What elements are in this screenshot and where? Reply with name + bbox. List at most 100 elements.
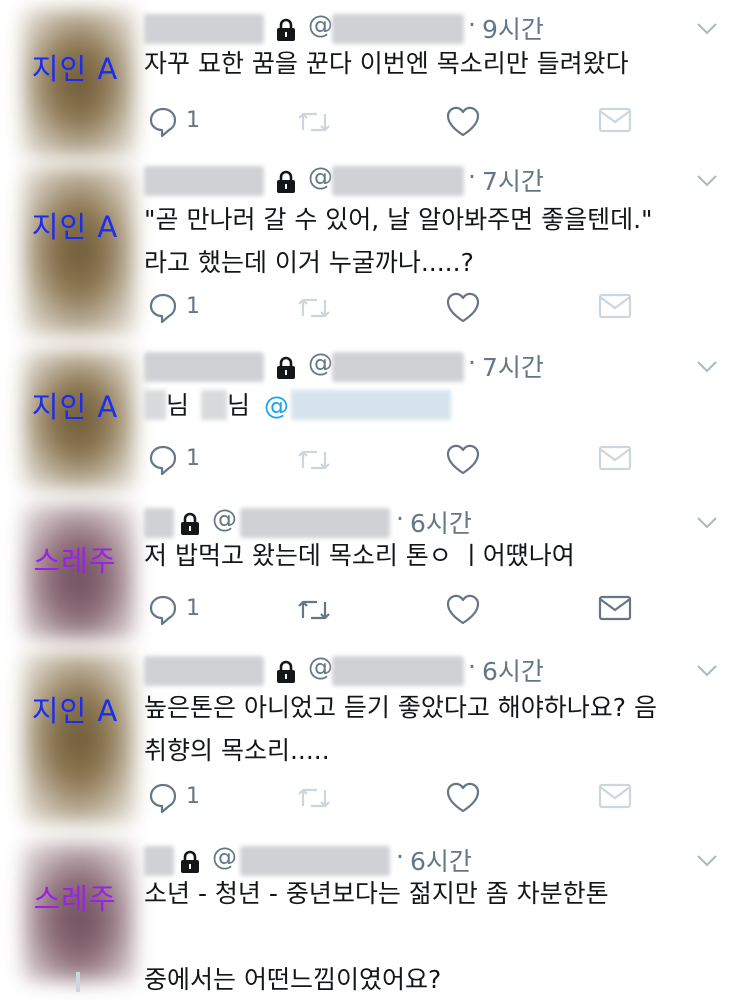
tweet-line: 취향의 목소리.....	[144, 736, 330, 765]
chevron-down-icon[interactable]	[696, 22, 718, 36]
display-name[interactable]	[144, 352, 264, 382]
handle[interactable]	[332, 352, 464, 382]
mention-at[interactable]: @	[264, 391, 289, 420]
reply-icon	[149, 783, 177, 814]
tweet-actions: 1	[144, 444, 664, 480]
tweet[interactable]: 스레주 @ · 6시간 소년 - 청년 - 중년보다는 젊지만 좀 차분한톤 중…	[0, 834, 750, 994]
tweet-text: 자꾸 묘한 꿈을 꾼다 이번엔 목소리만 들려왔다	[144, 42, 734, 85]
lock-icon	[181, 850, 199, 873]
display-name[interactable]	[144, 166, 264, 196]
tweet[interactable]: 스레주 @ · 6시간 저 밥먹고 왔는데 목소리 톤ㅇ ㅣ어떘나여 1	[0, 496, 750, 646]
avatar[interactable]	[22, 652, 136, 824]
reply-button[interactable]: 1	[148, 782, 208, 816]
annotation-label: 지인 A	[31, 390, 119, 424]
dm-button[interactable]	[598, 594, 638, 628]
retweet-icon	[298, 298, 330, 318]
timestamp[interactable]: 7시간	[482, 348, 544, 384]
timestamp[interactable]: 6시간	[482, 652, 544, 688]
lock-icon	[277, 18, 295, 41]
dm-button[interactable]	[598, 106, 638, 140]
avatar[interactable]	[22, 166, 136, 336]
heart-icon	[446, 292, 480, 323]
reply-count: 1	[186, 784, 200, 809]
reply-count: 1	[186, 596, 200, 621]
envelope-icon	[598, 595, 632, 621]
redacted-name	[144, 390, 166, 420]
annotation-label: 지인 A	[31, 694, 119, 728]
reply-count: 1	[186, 294, 200, 319]
tweet[interactable]: 지인 A @ · 7시간 "곧 만나러 갈 수 있어, 날 알아봐주면 좋을텐데…	[0, 160, 750, 346]
tweet-actions: 1	[144, 782, 664, 818]
timestamp[interactable]: 7시간	[482, 162, 544, 198]
handle-at: @	[308, 652, 333, 681]
reply-button[interactable]: 1	[148, 106, 208, 140]
dm-button[interactable]	[598, 782, 638, 816]
handle-at: @	[308, 10, 333, 39]
lock-icon	[277, 170, 295, 193]
heart-icon	[446, 782, 480, 813]
dm-button[interactable]	[598, 444, 638, 478]
handle-at: @	[212, 504, 237, 533]
retweet-button[interactable]	[296, 106, 336, 140]
tweet-line: 중에서는 어떤느낌이였어요?	[144, 965, 442, 994]
reply-button[interactable]: 1	[148, 292, 208, 326]
tweet-text: 저 밥먹고 왔는데 목소리 톤ㅇ ㅣ어떘나여	[144, 534, 734, 577]
display-name[interactable]	[144, 656, 264, 686]
timeline: 지인 A @ · 9시간 자꾸 묘한 꿈을 꾼다 이번엔 목소리만 들려왔다 1	[0, 0, 750, 994]
lock-icon	[277, 660, 295, 683]
tweet-header: @ · 9시간	[144, 10, 734, 46]
like-button[interactable]	[446, 444, 486, 478]
chevron-down-icon[interactable]	[696, 360, 718, 374]
handle[interactable]	[332, 166, 464, 196]
reply-icon	[149, 595, 177, 626]
chevron-down-icon[interactable]	[696, 854, 718, 868]
mention-handle[interactable]	[290, 390, 451, 420]
handle[interactable]	[332, 656, 464, 686]
tweet-line: 라고 했는데 이거 누굴까나.....?	[144, 248, 474, 277]
envelope-icon	[598, 107, 632, 133]
tweet-actions: 1	[144, 106, 664, 142]
tweet-text: "곧 만나러 갈 수 있어, 날 알아봐주면 좋을텐데." 라고 했는데 이거 …	[144, 198, 734, 284]
handle[interactable]	[332, 14, 464, 44]
tweet-line: 저 밥먹고 왔는데 목소리 톤ㅇ ㅣ어떘나여	[144, 541, 575, 570]
like-button[interactable]	[446, 782, 486, 816]
retweet-button[interactable]	[296, 444, 336, 478]
retweet-icon	[298, 788, 330, 808]
like-button[interactable]	[446, 106, 486, 140]
like-button[interactable]	[446, 292, 486, 326]
like-button[interactable]	[446, 594, 486, 628]
tweet-line: "곧 만나러 갈 수 있어, 날 알아봐주면 좋을텐데."	[144, 205, 653, 234]
annotation-label: 지인 A	[31, 52, 119, 86]
reply-count: 1	[186, 108, 200, 133]
time-separator: ·	[396, 504, 404, 533]
tweet[interactable]: 지인 A @ · 7시간 님 님 @ 1	[0, 346, 750, 496]
envelope-icon	[598, 783, 632, 809]
chevron-down-icon[interactable]	[696, 516, 718, 530]
time-separator: ·	[468, 652, 476, 681]
time-separator: ·	[468, 348, 476, 377]
tweet-actions: 1	[144, 594, 664, 630]
retweet-button[interactable]	[296, 292, 336, 326]
chevron-down-icon[interactable]	[696, 664, 718, 678]
heart-icon	[446, 594, 480, 625]
annotation-label: 스레주	[33, 544, 117, 578]
display-name[interactable]	[144, 14, 264, 44]
dm-button[interactable]	[598, 292, 638, 326]
retweet-button[interactable]	[296, 782, 336, 816]
tweet-header: @ · 6시간	[144, 652, 734, 688]
time-separator: ·	[468, 162, 476, 191]
chevron-down-icon[interactable]	[696, 174, 718, 188]
handle-at: @	[308, 348, 333, 377]
redacted-name	[200, 390, 227, 420]
tweet-header: @ · 7시간	[144, 162, 734, 198]
retweet-button[interactable]	[296, 594, 336, 628]
reply-button[interactable]: 1	[148, 594, 208, 628]
thread-connector	[76, 972, 80, 992]
tweet-text: 높은톤은 아니었고 듣기 좋았다고 해야하나요? 음 취향의 목소리.....	[144, 686, 734, 772]
tweet[interactable]: 지인 A @ · 6시간 높은톤은 아니었고 듣기 좋았다고 해야하나요? 음 …	[0, 646, 750, 834]
timestamp[interactable]: 9시간	[482, 10, 544, 46]
reply-button[interactable]: 1	[148, 444, 208, 478]
tweet[interactable]: 지인 A @ · 9시간 자꾸 묘한 꿈을 꾼다 이번엔 목소리만 들려왔다 1	[0, 0, 750, 160]
tweet-line	[144, 915, 734, 958]
retweet-icon	[298, 450, 330, 470]
